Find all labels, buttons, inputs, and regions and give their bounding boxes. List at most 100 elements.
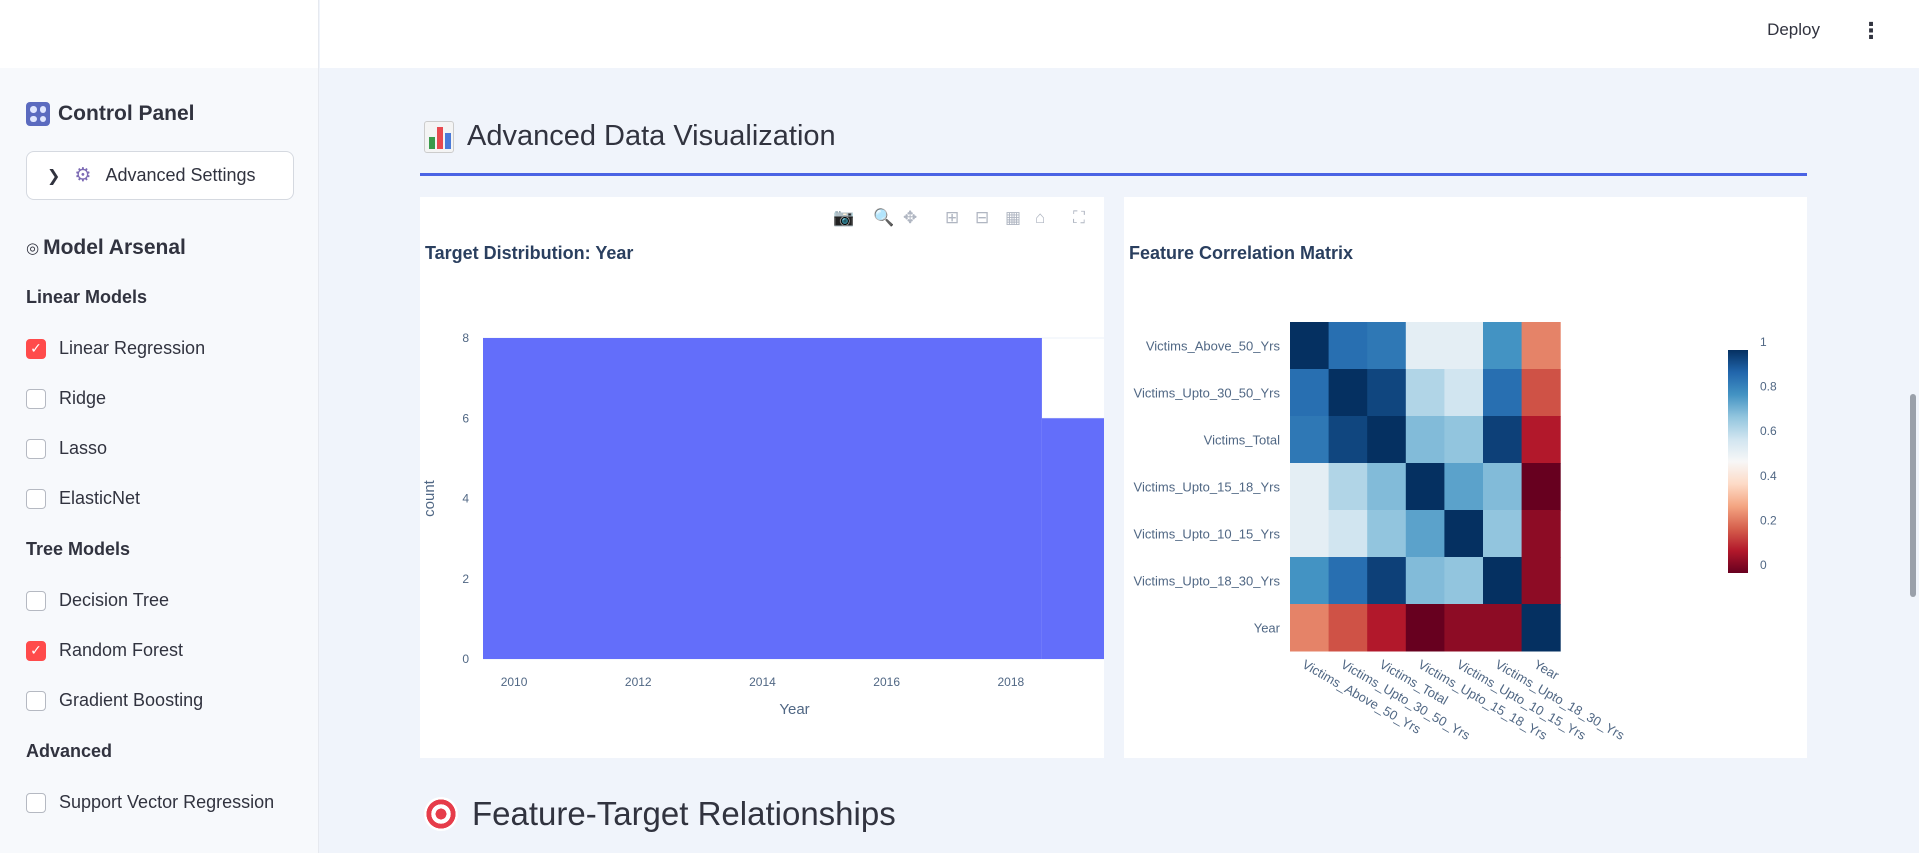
row-label: Victims_Upto_30_50_Yrs bbox=[1134, 386, 1281, 401]
advanced-models-label: Advanced bbox=[26, 741, 113, 761]
section-divider bbox=[420, 173, 1807, 176]
histogram-title: Target Distribution: Year bbox=[425, 243, 634, 263]
linear-models-label: Linear Models bbox=[26, 287, 148, 307]
colorbar-tick-label: 0.6 bbox=[1760, 424, 1777, 438]
colorbar-tick-label: 0.2 bbox=[1760, 513, 1777, 527]
x-tick-label: 2016 bbox=[873, 675, 900, 689]
heatmap-cell bbox=[1328, 322, 1368, 370]
y-axis-label: count bbox=[421, 479, 438, 517]
heatmap-cell bbox=[1367, 463, 1407, 511]
heatmap-cell bbox=[1328, 369, 1368, 417]
heatmap-cell bbox=[1405, 416, 1445, 464]
random-forest-checkbox[interactable]: ✓ Random Forest bbox=[26, 640, 183, 661]
heatmap-cell bbox=[1290, 604, 1330, 652]
heatmap-cell bbox=[1444, 463, 1484, 511]
kebab-menu-icon[interactable]: ⋮ bbox=[1860, 18, 1882, 44]
autoscale-icon[interactable]: ▦ bbox=[1005, 208, 1021, 228]
colorbar-tick-label: 1 bbox=[1760, 335, 1767, 349]
heatmap-cell bbox=[1367, 322, 1407, 370]
y-tick-label: 8 bbox=[462, 331, 469, 345]
heatmap-cell bbox=[1521, 322, 1561, 370]
camera-icon[interactable]: 📷 bbox=[833, 208, 854, 228]
heatmap-cell bbox=[1483, 463, 1523, 511]
lasso-checkbox[interactable]: Lasso bbox=[26, 438, 107, 459]
heatmap-cell bbox=[1367, 416, 1407, 464]
heatmap-cell bbox=[1444, 510, 1484, 558]
y-tick-label: 4 bbox=[462, 492, 469, 506]
heatmap-title: Feature Correlation Matrix bbox=[1129, 243, 1354, 263]
y-tick-label: 2 bbox=[462, 572, 469, 586]
zoom-out-icon[interactable]: ⊟ bbox=[975, 208, 989, 228]
heatmap-cell bbox=[1483, 416, 1523, 464]
heatmap-cell bbox=[1328, 463, 1368, 511]
linear-regression-checkbox[interactable]: ✓ Linear Regression bbox=[26, 338, 205, 359]
svr-checkbox[interactable]: Support Vector Regression bbox=[26, 792, 274, 813]
heatmap-cell bbox=[1444, 604, 1484, 652]
zoom-in-icon[interactable]: ⊞ bbox=[945, 208, 959, 228]
heatmap-cell bbox=[1405, 510, 1445, 558]
heatmap-cell bbox=[1328, 557, 1368, 605]
gradient-boosting-checkbox[interactable]: Gradient Boosting bbox=[26, 690, 203, 711]
heatmap-cell bbox=[1290, 322, 1330, 370]
heatmap-cell bbox=[1290, 557, 1330, 605]
advanced-settings-expander[interactable]: ❯ ⚙ Advanced Settings bbox=[26, 151, 294, 200]
heatmap-cell bbox=[1328, 604, 1368, 652]
checkbox-icon bbox=[26, 488, 46, 509]
pan-icon[interactable]: ✥ bbox=[903, 208, 917, 228]
ridge-checkbox[interactable]: Ridge bbox=[26, 388, 106, 409]
heatmap-cell bbox=[1444, 322, 1484, 370]
row-label: Victims_Upto_10_15_Yrs bbox=[1134, 527, 1281, 542]
heatmap-cell bbox=[1290, 510, 1330, 558]
heatmap-cell bbox=[1483, 510, 1523, 558]
x-tick-label: 2014 bbox=[749, 675, 776, 689]
home-icon[interactable]: ⌂ bbox=[1035, 208, 1045, 228]
heatmap-chart: Victims_Above_50_Yrs Victims_Upto_30_50_Y… bbox=[1134, 322, 1777, 743]
heatmap-cell bbox=[1405, 463, 1445, 511]
control-panel-title: Control Panel bbox=[26, 102, 195, 126]
top-bar: Deploy ⋮ bbox=[320, 0, 1919, 68]
heatmap-cell bbox=[1328, 510, 1368, 558]
heatmap-cell bbox=[1405, 369, 1445, 417]
row-label: Year bbox=[1254, 621, 1281, 636]
heatmap-cell bbox=[1405, 604, 1445, 652]
gear-icon: ⚙ bbox=[74, 165, 92, 186]
checkbox-icon bbox=[26, 690, 46, 711]
checkbox-icon bbox=[26, 590, 46, 611]
x-tick-label: 2018 bbox=[997, 675, 1024, 689]
heatmap-cell bbox=[1521, 369, 1561, 417]
heatmap-cell bbox=[1444, 557, 1484, 605]
checkbox-icon bbox=[26, 792, 46, 813]
row-label: Victims_Total bbox=[1204, 433, 1280, 448]
colorbar bbox=[1728, 350, 1748, 573]
fullscreen-icon[interactable]: ⛶ bbox=[1073, 208, 1085, 228]
x-tick-label: 2012 bbox=[625, 675, 652, 689]
heatmap-cell bbox=[1483, 604, 1523, 652]
heatmap-cell bbox=[1483, 557, 1523, 605]
heatmap-cell bbox=[1367, 510, 1407, 558]
heatmap-cell bbox=[1521, 416, 1561, 464]
checkbox-checked-icon: ✓ bbox=[26, 338, 46, 359]
heatmap-cell bbox=[1444, 416, 1484, 464]
decision-tree-checkbox[interactable]: Decision Tree bbox=[26, 590, 169, 611]
zoom-icon[interactable]: 🔍 bbox=[873, 208, 894, 228]
colorbar-tick-label: 0.8 bbox=[1760, 380, 1777, 394]
scrollbar-thumb[interactable] bbox=[1910, 394, 1916, 597]
elasticnet-checkbox[interactable]: ElasticNet bbox=[26, 488, 140, 509]
heatmap-cell bbox=[1405, 322, 1445, 370]
colorbar-tick-label: 0 bbox=[1760, 558, 1767, 572]
heatmap-cell bbox=[1521, 510, 1561, 558]
model-arsenal-title: ◎ Model Arsenal bbox=[26, 236, 186, 259]
colorbar-tick-label: 0.4 bbox=[1760, 469, 1777, 483]
sidebar: Control Panel ❯ ⚙ Advanced Settings ◎ Mo… bbox=[0, 0, 319, 853]
scrollbar[interactable] bbox=[1907, 68, 1919, 853]
checkbox-icon bbox=[26, 438, 46, 459]
feature-target-heading: Feature-Target Relationships bbox=[424, 795, 896, 833]
deploy-button[interactable]: Deploy bbox=[1767, 20, 1820, 40]
heatmap-cell bbox=[1521, 604, 1561, 652]
control-knobs-icon bbox=[26, 102, 50, 126]
heatmap-cell bbox=[1290, 369, 1330, 417]
tree-models-label: Tree Models bbox=[26, 539, 131, 559]
heatmap-cell bbox=[1521, 463, 1561, 511]
heatmap-cell bbox=[1483, 369, 1523, 417]
heatmap-cell bbox=[1521, 557, 1561, 605]
